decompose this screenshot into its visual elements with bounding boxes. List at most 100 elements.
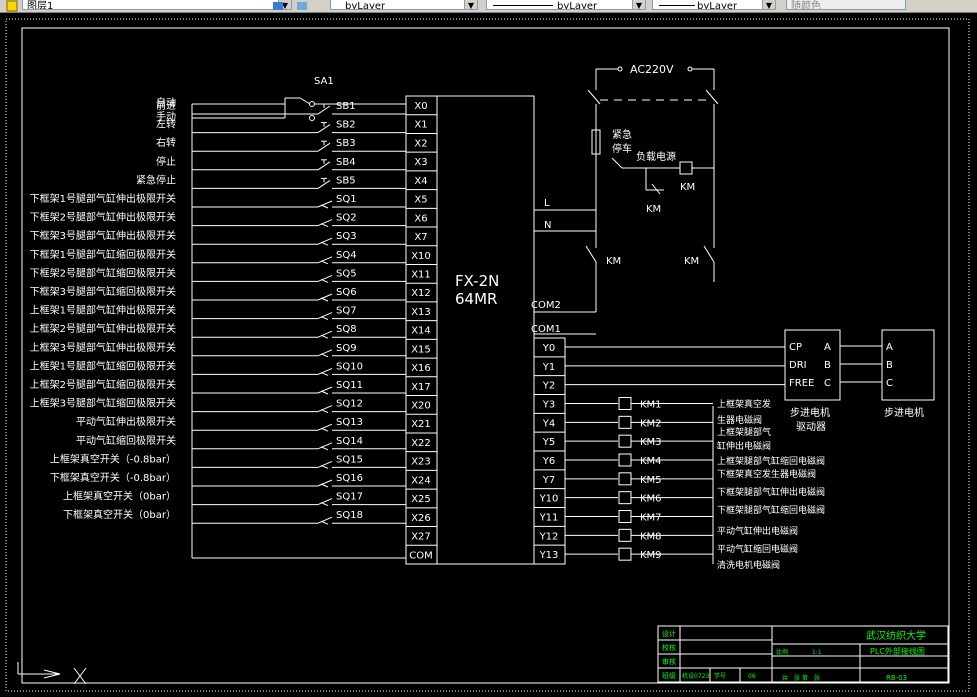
limit-switch-contact [317, 219, 333, 227]
input-terminal-label: X0 [414, 101, 427, 112]
plc-body [436, 95, 535, 565]
input-label: 上框架真空开关（-0.8bar） [50, 452, 176, 465]
input-terminal-label: X1 [414, 120, 427, 131]
motor-pin-label: A [886, 342, 893, 353]
lineweight-dropdown[interactable]: byLayer ▼ [652, 0, 776, 10]
limit-switch-marker [320, 297, 329, 302]
limit-switch-contact [317, 367, 333, 375]
layer-state-icon[interactable] [6, 0, 18, 12]
breaker-contact [587, 89, 601, 105]
drawing-limits-frame [5, 18, 970, 692]
chevron-down-icon[interactable]: ▼ [632, 0, 645, 9]
relay-description: 平动气缸伸出电磁阀 [717, 525, 798, 537]
output-terminal-label: Y5 [542, 437, 555, 448]
limit-switch-marker [320, 204, 329, 209]
switch-tag: SQ14 [336, 436, 363, 447]
limit-switch-contact [317, 330, 333, 338]
input-label: 下框架3号腿部气缸缩回极限开关 [30, 285, 176, 298]
relay-description: 清洗电机电磁阀 [717, 559, 780, 571]
estop-label1: 紧急 [612, 128, 632, 141]
input-terminal-label: X4 [414, 176, 427, 187]
relay-description: 下框架腿部气缸伸出电磁阀 [717, 486, 825, 498]
switch-tag: SQ15 [336, 454, 363, 465]
motor-pin-label: C [886, 378, 893, 389]
layer-dropdown-value: 图层1 [27, 1, 54, 10]
input-label: 下框架真空开关（-0.8bar） [50, 471, 176, 484]
switch-tag: SB3 [336, 138, 356, 149]
limit-switch-contact [317, 479, 333, 487]
plc-model-line1: FX-2N [455, 272, 499, 290]
relay-description: 生器电磁阀 [717, 414, 762, 426]
input-terminal-label: X20 [411, 401, 431, 412]
tb-design-label: 设计 [662, 629, 676, 638]
chevron-down-icon[interactable]: ▼ [464, 0, 477, 9]
estop-contact [611, 157, 623, 169]
tb-number-label: 学号 [714, 672, 726, 680]
input-terminal-label: X21 [411, 419, 431, 430]
limit-switch-marker [320, 334, 329, 339]
switch-tag: SQ13 [336, 417, 363, 428]
limit-switch-contact [317, 312, 333, 320]
relay-name: KM7 [640, 513, 662, 524]
limit-switch-marker [320, 409, 329, 414]
limit-switch-marker [320, 464, 329, 469]
plotstyle-dropdown[interactable]: 随颜色 [786, 0, 906, 10]
input-terminal-label: X13 [411, 307, 431, 318]
km-main-contact [585, 245, 597, 263]
layer-dropdown[interactable]: 图层1 ▼ [22, 0, 292, 10]
make-current-layer-icon[interactable] [272, 0, 284, 10]
relay-coil [618, 415, 632, 429]
km-coil [679, 161, 693, 175]
limit-switch-contact [317, 423, 333, 431]
plc-l-label: L [544, 198, 550, 209]
switch-tag: SQ7 [336, 306, 357, 317]
driver-caption2: 驱动器 [796, 421, 826, 433]
driver-pin-label: FREE [789, 378, 814, 389]
drawing-canvas[interactable]: 自动手动前进 SB1左转 SB2右转 SB3停止 SB4紧急停止 SB5下框架1号腿部气缸… [0, 12, 977, 697]
breaker-contact [705, 89, 719, 105]
limit-switch-contact [317, 442, 333, 450]
limit-switch-contact [317, 237, 333, 245]
relay-name: KM1 [640, 400, 662, 411]
ac-terminal [617, 66, 623, 72]
driver-out-label: C [824, 378, 831, 389]
limit-switch-contact [317, 349, 333, 357]
input-label: 紧急停止 [136, 173, 176, 186]
motor-caption: 步进电机 [884, 406, 924, 419]
switch-tag: SB2 [336, 120, 356, 131]
plc-n-label: N [544, 220, 551, 231]
relay-coil [618, 528, 632, 542]
limit-switch-marker [320, 446, 329, 451]
estop-label2: 停车 [612, 142, 632, 155]
input-terminal-label: X12 [411, 288, 431, 299]
linetype-dropdown[interactable]: byLayer ▼ [486, 0, 646, 10]
relay-description: 下框架真空发生器电磁阀 [717, 468, 816, 480]
output-terminal-label: Y6 [542, 456, 555, 467]
chevron-down-icon[interactable]: ▼ [762, 0, 775, 9]
input-label: 上框架3号腿部气缸伸出极限开关 [30, 341, 176, 354]
tb-drawing-no: RB-03 [886, 674, 907, 682]
selector-contact-auto [309, 101, 315, 107]
limit-switch-marker [320, 316, 329, 321]
layer-previous-icon[interactable] [296, 0, 308, 10]
relay-coil [618, 434, 632, 448]
input-label: 下框架3号腿部气缸伸出极限开关 [30, 229, 176, 242]
relay-coil [618, 472, 632, 486]
switch-tag: SB5 [336, 175, 356, 186]
input-terminal-label: X5 [414, 195, 427, 206]
km-main-contact [703, 245, 715, 263]
relay-name: KM2 [640, 418, 662, 429]
color-dropdown[interactable]: byLayer ▼ [330, 0, 478, 10]
switch-tag: SQ8 [336, 324, 357, 335]
relay-name: KM4 [640, 456, 662, 467]
limit-switch-marker [320, 241, 329, 246]
input-terminal-label: X11 [411, 269, 431, 280]
driver-caption1: 步进电机 [790, 406, 830, 419]
output-terminal-label: Y0 [542, 343, 555, 354]
input-terminal-label: X25 [411, 494, 431, 505]
tb-ratio-value: 1:1 [812, 649, 822, 656]
input-terminal-label: X7 [414, 232, 427, 243]
plc-model-line2: 64MR [455, 290, 497, 308]
relay-description: 下框架腿部气缸缩回电磁阀 [717, 504, 825, 516]
ac-supply-label: AC220V [630, 63, 674, 76]
